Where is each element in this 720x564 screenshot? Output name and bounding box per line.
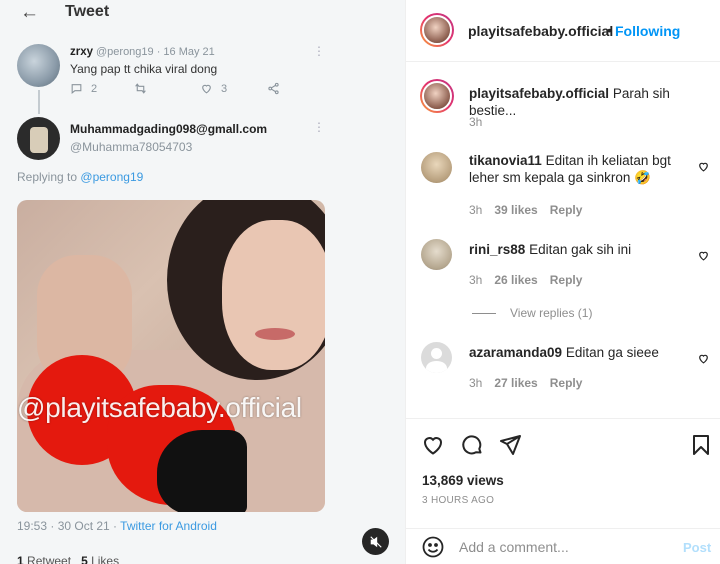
more-icon: ⋮ [313, 120, 325, 134]
avatar[interactable] [420, 79, 454, 113]
post-username[interactable]: playitsafebaby.official [468, 23, 613, 39]
tweet-timestamp: 19:53 · 30 Oct 21 · Twitter for Android [17, 519, 217, 533]
heart-icon[interactable] [421, 433, 445, 457]
more-icon: ⋮ [313, 44, 325, 58]
heart-icon[interactable] [697, 160, 710, 173]
reply-icon [71, 84, 82, 94]
comment-meta: 3h 27 likes Reply [469, 376, 583, 390]
retweet-icon [135, 83, 146, 94]
reply-button[interactable]: Reply [550, 273, 583, 287]
comment-username[interactable]: rini_rs88 [469, 242, 525, 257]
view-replies-button[interactable]: View replies (1) [472, 306, 592, 320]
heart-icon[interactable] [697, 352, 710, 365]
comment: rini_rs88 Editan gak sih ini [469, 241, 704, 258]
caption: playitsafebaby.official Parah sih bestie… [469, 85, 704, 119]
post-sidebar: playitsafebaby.official • Following play… [405, 0, 720, 564]
share-nodes-icon [268, 82, 279, 95]
avatar [17, 44, 60, 87]
view-count[interactable]: 13,869 views [422, 473, 504, 488]
sticker-overlay [157, 430, 247, 512]
comment-username[interactable]: tikanovia11 [469, 153, 542, 168]
reply-button[interactable]: Reply [550, 203, 583, 217]
comment-username[interactable]: azaramanda09 [469, 345, 562, 360]
back-arrow-icon: ← [20, 2, 39, 23]
tweet-handle-date: @perong19 · 16 May 21 [96, 46, 215, 58]
bookmark-icon[interactable] [689, 433, 713, 457]
tweet-handle: @Muhamma78054703 [70, 140, 193, 154]
avatar[interactable] [421, 342, 452, 373]
mute-button[interactable] [362, 528, 389, 555]
retweet-action [134, 82, 147, 95]
caption-meta: 3h [469, 115, 483, 129]
share-icon[interactable] [498, 433, 522, 457]
comment: tikanovia11 Editan ih keliatan bgt leher… [469, 152, 704, 186]
comment-meta: 3h 39 likes Reply [469, 203, 583, 217]
comment-text: Editan ga sieee [565, 345, 659, 360]
replying-to: Replying to @perong19 [17, 170, 144, 184]
comment: azaramanda09 Editan ga sieee [469, 344, 704, 361]
comment-likes[interactable]: 27 likes [494, 376, 537, 390]
tweet-header: ← Tweet [0, 0, 405, 26]
thread-line [38, 90, 40, 114]
avatar [17, 117, 60, 160]
heart-icon[interactable] [697, 249, 710, 262]
tweet-title: Tweet [65, 3, 110, 20]
following-button[interactable]: Following [615, 23, 680, 39]
comment-likes[interactable]: 39 likes [494, 203, 537, 217]
tweet-author-name: Muhammadgading098@gmall.com [70, 122, 268, 136]
tweet-author-name: zrxy [70, 46, 94, 58]
comment-input[interactable] [459, 539, 659, 555]
separator: • [607, 22, 612, 38]
reply-action: 2 [70, 82, 97, 95]
comment-box: Post [406, 528, 720, 564]
post-media[interactable]: ← Tweet zrxy @perong19 · 16 May 21 ⋮ Yan… [0, 0, 405, 564]
post-actions: 13,869 views 3 HOURS AGO [406, 418, 720, 528]
post-button[interactable]: Post [683, 540, 711, 555]
avatar[interactable] [421, 239, 452, 270]
heart-outline-icon [202, 84, 211, 94]
comment-meta: 3h 26 likes Reply [469, 273, 583, 287]
tweet-photo [17, 200, 325, 512]
share-action [267, 82, 280, 95]
comment-likes[interactable]: 26 likes [494, 273, 537, 287]
emoji-icon[interactable] [421, 535, 445, 559]
avatar[interactable] [420, 13, 454, 47]
comment-icon[interactable] [460, 433, 484, 457]
tweet-actions: 2 3 [70, 82, 290, 100]
like-action: 3 [200, 82, 227, 95]
watermark: @playitsafebaby.official [17, 392, 302, 423]
tweet-text: Yang pap tt chika viral dong [70, 62, 218, 76]
tweet-stats: 1 Retweet 5 Likes [17, 554, 120, 564]
comments-list[interactable]: playitsafebaby.official Parah sih bestie… [406, 63, 720, 417]
avatar[interactable] [421, 152, 452, 183]
comment-text: Editan gak sih ini [529, 242, 632, 257]
caption-username[interactable]: playitsafebaby.official [469, 86, 609, 101]
reply-button[interactable]: Reply [550, 376, 583, 390]
post-header: playitsafebaby.official • Following [406, 0, 720, 62]
post-time: 3 HOURS AGO [422, 495, 495, 506]
muted-speaker-icon [369, 535, 382, 548]
